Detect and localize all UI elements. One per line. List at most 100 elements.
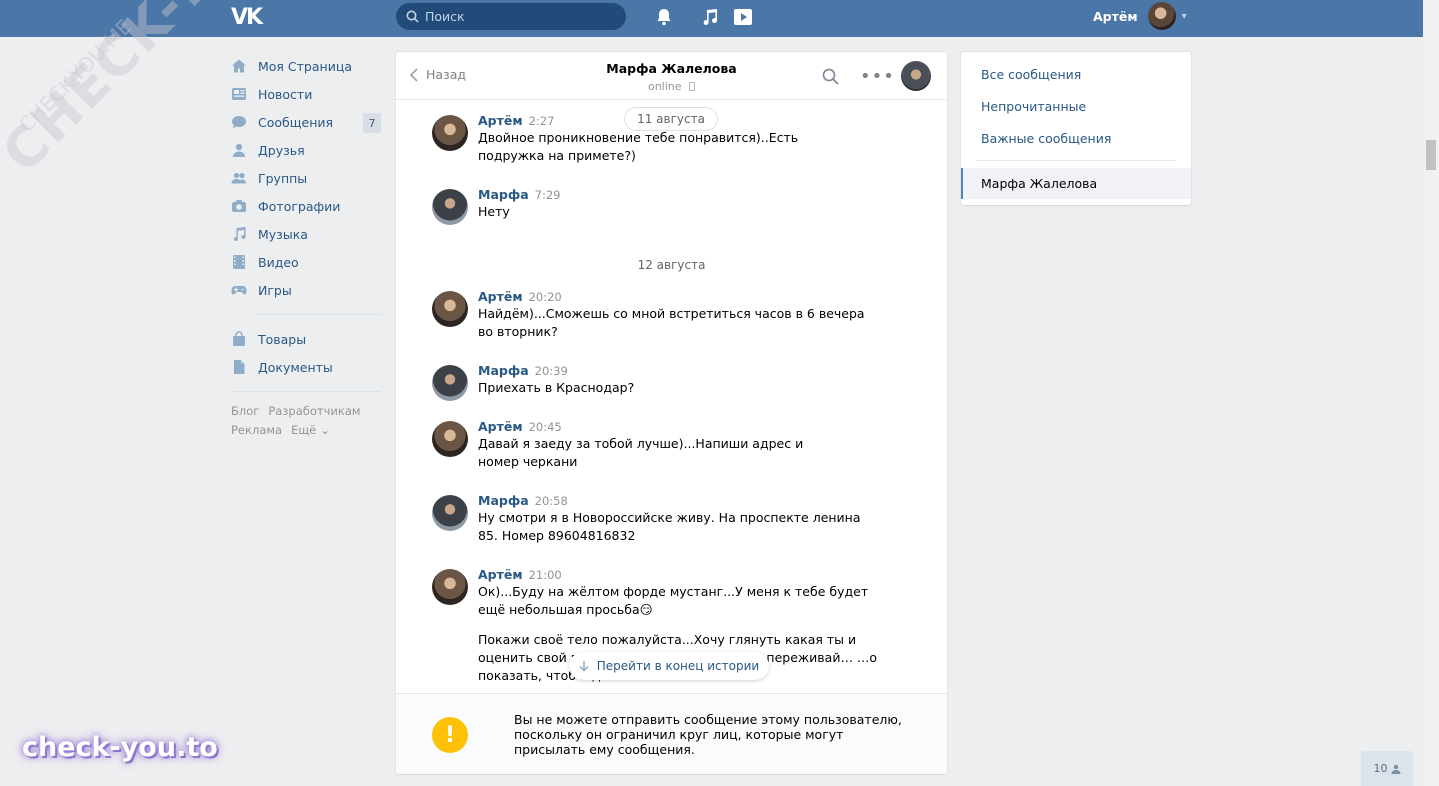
scrollbar[interactable] (1423, 0, 1439, 786)
groups-icon (231, 170, 247, 186)
friends-icon (231, 142, 247, 158)
scrollbar-thumb[interactable] (1426, 140, 1436, 170)
play-icon[interactable] (733, 7, 753, 27)
nav-label: Товары (258, 331, 307, 347)
nav-item-messages[interactable]: Сообщения 7 (231, 108, 381, 136)
nav-item-music[interactable]: Музыка (231, 220, 381, 248)
music-note-icon[interactable] (700, 7, 720, 27)
avatar[interactable] (432, 115, 468, 151)
nav-item-goods[interactable]: Товары (231, 325, 381, 353)
messages-icon (231, 114, 247, 130)
message-author[interactable]: Артём (478, 113, 523, 128)
music-icon (231, 226, 247, 242)
menu-divider (976, 160, 1176, 161)
peer-status-text: online (647, 80, 682, 93)
message-item: Артём 2:27 Двойное проникновение тебе пон… (432, 113, 902, 165)
peer-avatar[interactable] (901, 61, 931, 91)
message-item: Артём 20:45 Давай я заеду за тобой лучше)… (432, 419, 902, 471)
message-time[interactable]: 20:20 (529, 290, 562, 304)
footer-link-more[interactable]: Ещё ⌄ (291, 423, 339, 437)
message-author[interactable]: Артём (478, 289, 523, 304)
message-author[interactable]: Артём (478, 567, 523, 582)
user-name: Артём (1093, 8, 1138, 24)
menu-item-important[interactable]: Важные сообщения (981, 131, 1111, 146)
message-item: Артём 20:20 Найдём)...Сможешь со мной вст… (432, 289, 902, 341)
jump-to-end-button[interactable]: Перейти в конец истории (569, 652, 769, 680)
message-text: Двойное проникновение тебе понравится)..… (478, 130, 799, 163)
message-author[interactable]: Марфа (478, 493, 529, 508)
nav-item-games[interactable]: Игры (231, 276, 381, 304)
message-author[interactable]: Марфа (478, 363, 529, 378)
chevron-down-icon: ⌄ (320, 423, 330, 437)
avatar[interactable] (432, 569, 468, 605)
nav-label: Новости (258, 86, 313, 102)
message-author[interactable]: Артём (478, 419, 523, 434)
warning-text: Вы не можете отправить сообщение этому п… (514, 712, 902, 757)
online-friends-button[interactable]: 10 (1361, 751, 1413, 786)
message-time[interactable]: 20:39 (535, 364, 568, 378)
document-icon (231, 359, 247, 375)
nav-item-photos[interactable]: Фотографии (231, 192, 381, 220)
video-icon (231, 254, 247, 270)
gamepad-icon (231, 282, 247, 298)
message-text: Давай я заеду за тобой лучше)...Напиши а… (478, 436, 804, 469)
menu-item-all-messages[interactable]: Все сообщения (981, 67, 1081, 82)
nav-item-video[interactable]: Видео (231, 248, 381, 276)
nav-item-documents[interactable]: Документы (231, 353, 381, 381)
message-time[interactable]: 7:29 (535, 188, 561, 202)
active-dialog-label: Марфа Жалелова (981, 176, 1098, 191)
menu-item-active-dialog[interactable]: Марфа Жалелова (961, 168, 1191, 199)
vk-logo[interactable]: VK (231, 5, 265, 30)
more-icon[interactable]: ••• (860, 66, 895, 87)
search-icon (406, 10, 419, 23)
jump-label: Перейти в конец истории (596, 659, 760, 673)
nav-label: Моя Страница (258, 58, 352, 74)
search-icon[interactable] (822, 68, 839, 85)
message-time[interactable]: 20:45 (529, 420, 562, 434)
avatar[interactable] (432, 421, 468, 457)
menu-item-unread[interactable]: Непрочитанные (981, 99, 1086, 114)
chat-panel: Назад Марфа Жалелова online ••• 11 авгус… (396, 52, 947, 774)
message-text: Нету (478, 204, 510, 219)
arrow-down-icon (579, 661, 589, 672)
warning-icon: ! (432, 717, 468, 753)
nav-label: Фотографии (258, 198, 341, 214)
camera-icon (231, 198, 247, 214)
footer-link-ads[interactable]: Реклама (231, 423, 282, 437)
nav-item-news[interactable]: Новости (231, 80, 381, 108)
search-input[interactable] (425, 9, 615, 24)
message-time[interactable]: 21:00 (529, 568, 562, 582)
message-time[interactable]: 20:58 (535, 494, 568, 508)
nav-item-groups[interactable]: Группы (231, 164, 381, 192)
message-list[interactable]: 11 августа Артём 2:27 Двойное проникновен… (396, 100, 947, 693)
nav-label: Сообщения (258, 114, 334, 130)
avatar[interactable] (432, 291, 468, 327)
message-author[interactable]: Марфа (478, 187, 529, 202)
footer-link-blog[interactable]: Блог (231, 404, 259, 418)
avatar[interactable] (432, 495, 468, 531)
watermark-logo: check-you.to (22, 732, 218, 763)
mobile-icon (689, 82, 696, 91)
nav-item-my-page[interactable]: Моя Страница (231, 52, 381, 80)
nav-item-friends[interactable]: Друзья (231, 136, 381, 164)
nav-label: Игры (258, 282, 292, 298)
user-menu[interactable]: Артём ▾ (1093, 0, 1187, 32)
message-text: Найдём)...Сможешь со мной встретиться ча… (478, 306, 865, 339)
message-item: Марфа 20:39 Приехать в Краснодар? (432, 363, 902, 401)
nav-divider (258, 314, 381, 315)
nav-divider (231, 391, 381, 392)
messages-filter-menu: Все сообщения Непрочитанные Важные сообщ… (961, 52, 1191, 205)
avatar[interactable] (432, 189, 468, 225)
footer-link-developers[interactable]: Разработчикам (268, 404, 360, 418)
bag-icon (231, 331, 247, 347)
avatar[interactable] (432, 365, 468, 401)
nav-label: Группы (258, 170, 308, 186)
nav-label: Документы (258, 359, 333, 375)
bell-icon[interactable] (654, 7, 674, 27)
messages-count-badge: 7 (363, 113, 381, 133)
nav-label: Видео (258, 254, 299, 270)
message-time[interactable]: 2:27 (529, 114, 555, 128)
search-box[interactable] (396, 3, 626, 30)
nav-label: Музыка (258, 226, 308, 242)
chat-footer: ! Вы не можете отправить сообщение этому… (396, 693, 947, 774)
